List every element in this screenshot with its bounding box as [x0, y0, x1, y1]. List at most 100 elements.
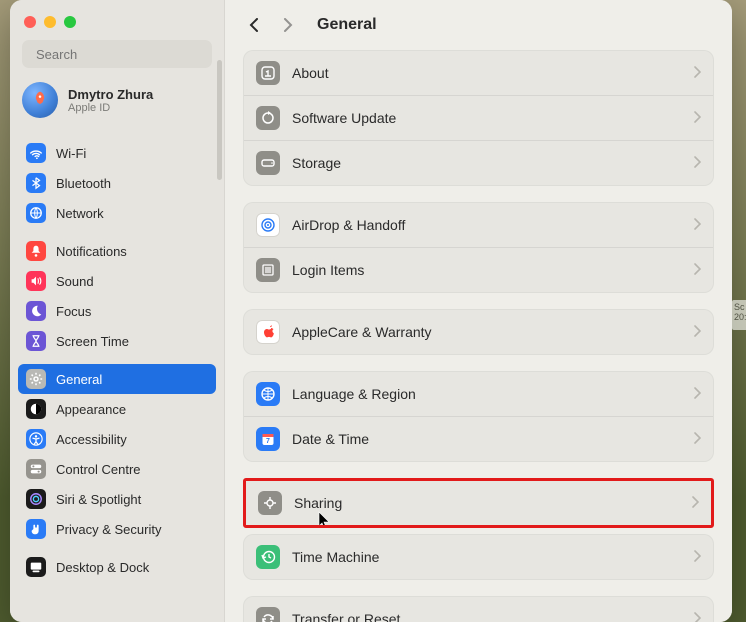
chevron-right-icon [693, 218, 701, 233]
row-applecare[interactable]: AppleCare & Warranty [244, 310, 713, 354]
settings-group: About Software Update Storage [243, 50, 714, 186]
row-label: Sharing [294, 495, 679, 511]
siri-icon [26, 489, 46, 509]
sidebar-item-appearance[interactable]: Appearance [18, 394, 216, 424]
row-label: Transfer or Reset [292, 611, 681, 622]
row-storage[interactable]: Storage [244, 140, 713, 185]
sidebar-item-siri[interactable]: Siri & Spotlight [18, 484, 216, 514]
settings-group: AirDrop & Handoff Login Items [243, 202, 714, 293]
bell-icon [26, 241, 46, 261]
switches-icon [26, 459, 46, 479]
gear-icon [26, 369, 46, 389]
settings-group: AppleCare & Warranty [243, 309, 714, 355]
settings-window: Dmytro Zhura Apple ID Wi-Fi Bluetooth Netw… [10, 0, 732, 622]
dock-icon [26, 557, 46, 577]
settings-group: Language & Region 7 Date & Time [243, 371, 714, 462]
cycle-icon [256, 607, 280, 622]
row-airdrop[interactable]: AirDrop & Handoff [244, 203, 713, 247]
row-loginitems[interactable]: Login Items [244, 247, 713, 292]
sidebar-item-privacy[interactable]: Privacy & Security [18, 514, 216, 544]
row-sharing[interactable]: Sharing [246, 481, 711, 525]
sidebar-item-accessibility[interactable]: Accessibility [18, 424, 216, 454]
row-label: About [292, 65, 681, 81]
moon-icon [26, 301, 46, 321]
minimize-window-button[interactable] [44, 16, 56, 28]
sidebar-item-wifi[interactable]: Wi-Fi [18, 138, 216, 168]
sidebar-item-bluetooth[interactable]: Bluetooth [18, 168, 216, 198]
globe-icon [256, 382, 280, 406]
chevron-right-icon [693, 111, 701, 126]
chevron-right-icon [693, 612, 701, 622]
sidebar-item-label: Siri & Spotlight [56, 492, 141, 507]
row-label: Software Update [292, 110, 681, 126]
sidebar-item-label: General [56, 372, 102, 387]
sidebar-item-general[interactable]: General [18, 364, 216, 394]
svg-text:7: 7 [266, 438, 270, 445]
row-langregion[interactable]: Language & Region [244, 372, 713, 416]
row-datetime[interactable]: 7 Date & Time [244, 416, 713, 461]
chevron-right-icon [691, 496, 699, 511]
page-title: General [317, 16, 377, 34]
network-icon [26, 203, 46, 223]
search-input[interactable] [30, 47, 212, 62]
list-icon [256, 258, 280, 282]
sidebar-item-label: Control Centre [56, 462, 141, 477]
nav-forward-button[interactable] [277, 14, 299, 36]
chevron-right-icon [693, 156, 701, 171]
content-scroll[interactable]: About Software Update Storage AirDrop & Han… [225, 46, 732, 622]
hourglass-icon [26, 331, 46, 351]
settings-group: Transfer or ResetStartup Disk [243, 596, 714, 622]
close-window-button[interactable] [24, 16, 36, 28]
row-timemachine[interactable]: Time Machine [244, 535, 713, 579]
row-transfer[interactable]: Transfer or Reset [244, 597, 713, 622]
background-window-sliver: Sc 20: [732, 300, 746, 330]
sidebar-scrollbar[interactable] [217, 60, 222, 180]
account-subtitle: Apple ID [68, 102, 153, 114]
row-label: Language & Region [292, 386, 681, 402]
row-label: Date & Time [292, 431, 681, 447]
sidebar-item-desktopdock[interactable]: Desktop & Dock [18, 552, 216, 582]
row-swupdate[interactable]: Software Update [244, 95, 713, 140]
avatar [22, 82, 58, 118]
sharing-icon [258, 491, 282, 515]
sidebar-item-screentime[interactable]: Screen Time [18, 326, 216, 356]
highlighted-group: Sharing [243, 478, 714, 528]
sidebar-item-label: Privacy & Security [56, 522, 161, 537]
nav-back-button[interactable] [243, 14, 265, 36]
chevron-right-icon [693, 550, 701, 565]
sidebar: Dmytro Zhura Apple ID Wi-Fi Bluetooth Netw… [10, 0, 225, 622]
apple-icon [256, 320, 280, 344]
search-field[interactable] [22, 40, 212, 68]
row-about[interactable]: About [244, 51, 713, 95]
sidebar-item-label: Accessibility [56, 432, 127, 447]
sidebar-item-focus[interactable]: Focus [18, 296, 216, 326]
appearance-icon [26, 399, 46, 419]
chevron-right-icon [693, 387, 701, 402]
chevron-right-icon [693, 432, 701, 447]
row-label: AppleCare & Warranty [292, 324, 681, 340]
apple-id-account[interactable]: Dmytro Zhura Apple ID [10, 78, 224, 130]
sidebar-item-label: Notifications [56, 244, 127, 259]
sidebar-item-label: Focus [56, 304, 91, 319]
sidebar-item-controlcentre[interactable]: Control Centre [18, 454, 216, 484]
row-label: Storage [292, 155, 681, 171]
zoom-window-button[interactable] [64, 16, 76, 28]
calendar-icon: 7 [256, 427, 280, 451]
sidebar-item-label: Screen Time [56, 334, 129, 349]
row-label: Login Items [292, 262, 681, 278]
hand-icon [26, 519, 46, 539]
sidebar-item-label: Bluetooth [56, 176, 111, 191]
sidebar-item-network[interactable]: Network [18, 198, 216, 228]
sidebar-item-sound[interactable]: Sound [18, 266, 216, 296]
info-icon [256, 61, 280, 85]
content-pane: General About Software Update Storage AirDr… [225, 0, 732, 622]
chevron-right-icon [693, 66, 701, 81]
sidebar-item-notifications[interactable]: Notifications [18, 236, 216, 266]
mouse-cursor-icon [318, 511, 332, 528]
bluetooth-icon [26, 173, 46, 193]
row-label: AirDrop & Handoff [292, 217, 681, 233]
chevron-right-icon [693, 325, 701, 340]
window-controls [10, 10, 224, 38]
topbar: General [225, 0, 732, 46]
sidebar-item-label: Appearance [56, 402, 126, 417]
